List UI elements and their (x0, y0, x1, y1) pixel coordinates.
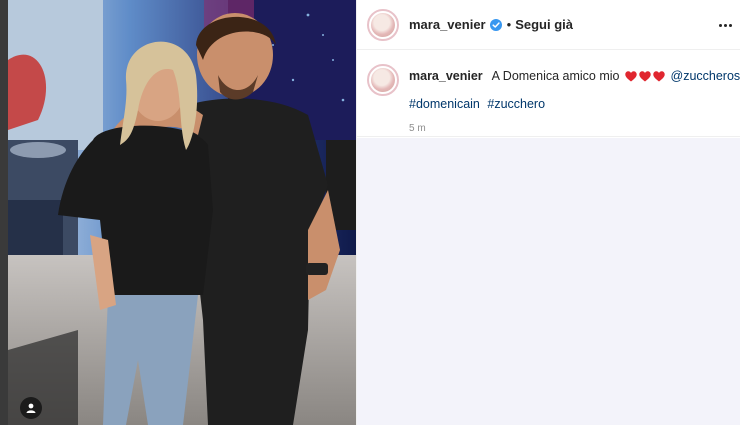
comments-area (357, 138, 740, 425)
separator-dot: • (506, 17, 512, 32)
post-image (8, 0, 356, 425)
caption-text: A Domenica amico mio (491, 69, 620, 83)
post-caption: mara_venier A Domenica amico mio @zucche… (357, 50, 740, 137)
post-timestamp: 5 m (409, 123, 426, 134)
window-frame: mara_venier • Segui già mara_venier A Do… (0, 0, 740, 425)
user-tag-icon (26, 403, 36, 413)
left-edge-strip (0, 0, 8, 425)
caption-line: mara_venier A Domenica amico mio @zucche… (409, 68, 740, 84)
caption-avatar[interactable] (367, 64, 399, 96)
red-heart-icon (624, 70, 637, 81)
red-heart-icon (652, 70, 665, 81)
post-photo[interactable] (8, 0, 356, 425)
user-tag-button[interactable] (20, 397, 42, 419)
post-sidebar: mara_venier • Segui già mara_venier A Do… (356, 0, 740, 425)
hashtag-link[interactable]: #domenicain (409, 97, 480, 111)
hearts-emoji-group (624, 70, 665, 82)
more-options-icon[interactable] (717, 17, 733, 33)
post-header: mara_venier • Segui già (357, 0, 740, 50)
avatar[interactable] (367, 8, 399, 41)
caption-username[interactable]: mara_venier (409, 68, 483, 84)
header-username[interactable]: mara_venier (409, 17, 486, 32)
hashtag-link[interactable]: #zucchero (487, 97, 545, 111)
hashtag-list: #domenicain #zucchero (409, 97, 545, 111)
verified-badge-icon (489, 18, 502, 31)
red-heart-icon (638, 70, 651, 81)
follow-status-button[interactable]: Segui già (515, 17, 573, 32)
mention-link[interactable]: @zuccherosugar (671, 68, 740, 84)
